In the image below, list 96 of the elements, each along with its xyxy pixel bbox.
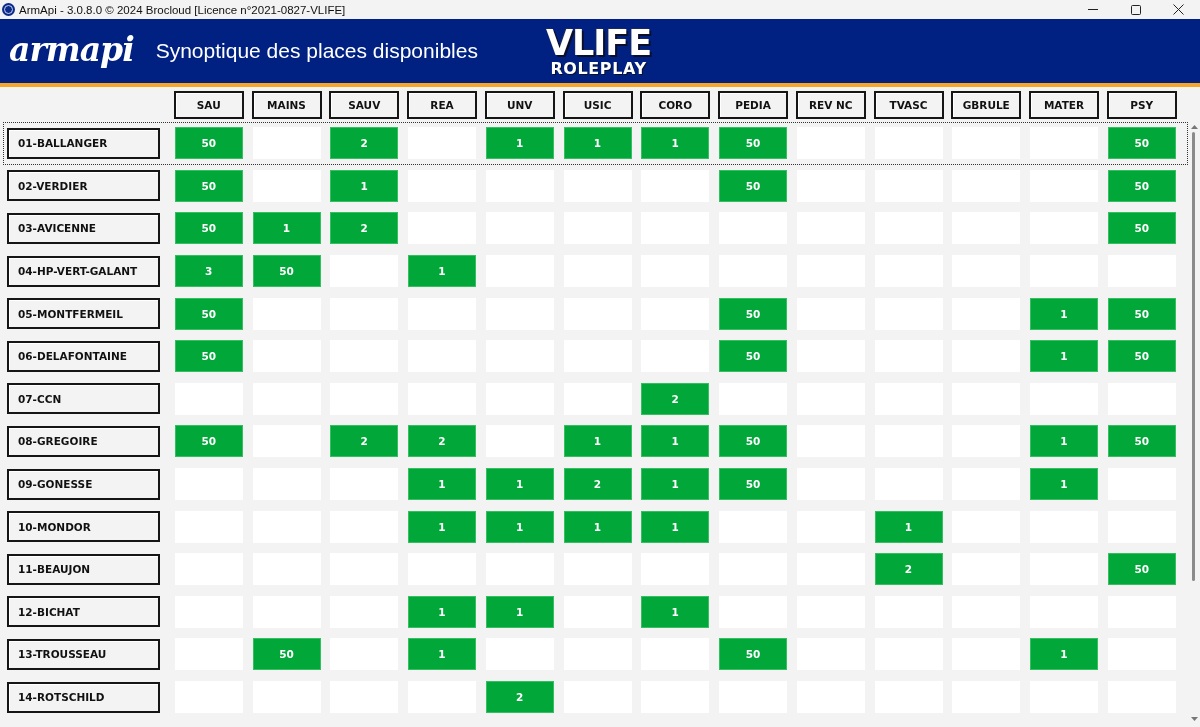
- row-header[interactable]: 14-ROTSCHILD: [7, 681, 160, 713]
- available-cell: 50: [174, 169, 243, 202]
- column-header[interactable]: MATER: [1029, 91, 1099, 119]
- available-cell: 1: [408, 510, 476, 543]
- available-cell: 1: [408, 468, 476, 501]
- row-header[interactable]: 13-TROUSSEAU: [7, 638, 160, 670]
- page-title: Synoptique des places disponibles: [155, 39, 478, 63]
- available-cell: 1: [641, 510, 710, 543]
- column-header[interactable]: SAU: [173, 91, 244, 119]
- row-header[interactable]: 10-MONDOR: [7, 511, 160, 543]
- available-cell: 2: [874, 553, 943, 586]
- available-cell: 1: [1030, 425, 1098, 458]
- available-cell: 50: [719, 468, 787, 501]
- available-cell: 50: [1107, 212, 1176, 245]
- scroll-down-icon[interactable]: [1191, 717, 1198, 721]
- available-cell: 50: [1107, 425, 1176, 458]
- available-cell: 50: [719, 127, 787, 160]
- column-header[interactable]: MAINS: [251, 91, 322, 119]
- available-cell: 50: [174, 127, 243, 160]
- row-header[interactable]: 04-HP-VERT-GALANT: [7, 255, 160, 287]
- row-header[interactable]: 12-BICHAT: [7, 596, 160, 628]
- column-header[interactable]: PSY: [1106, 91, 1177, 119]
- row-header[interactable]: 02-VERDIER: [7, 170, 160, 202]
- available-cell: 1: [641, 595, 710, 628]
- row-header[interactable]: 08-GREGOIRE: [7, 425, 160, 457]
- row-header[interactable]: 11-BEAUJON: [7, 553, 160, 585]
- available-cell: 50: [1107, 297, 1176, 330]
- available-cell: 2: [330, 425, 399, 458]
- available-cell: 1: [485, 510, 554, 543]
- available-cell: 50: [1107, 127, 1176, 160]
- available-cell: 2: [485, 681, 554, 713]
- selected-row-outline[interactable]: 01-BALLANGER 50 2 1 1 1 50 50: [3, 122, 1188, 165]
- available-cell: 1: [641, 127, 710, 160]
- available-cell: 50: [1107, 340, 1176, 373]
- available-cell: 50: [252, 638, 321, 671]
- row-header[interactable]: 06-DELAFONTAINE: [7, 340, 160, 372]
- available-cell: 1: [563, 425, 632, 458]
- app-icon: [2, 3, 15, 16]
- available-cell: 1: [485, 595, 554, 628]
- available-cell: 3: [174, 255, 243, 288]
- available-cell: 50: [719, 425, 787, 458]
- column-header[interactable]: SAUV: [329, 91, 400, 119]
- available-cell: 2: [563, 468, 632, 501]
- available-cell: 1: [408, 638, 476, 671]
- available-cell: 1: [641, 468, 710, 501]
- available-cell: 50: [174, 297, 243, 330]
- row-header[interactable]: 07-CCN: [7, 383, 160, 415]
- available-cell: 1: [252, 212, 321, 245]
- available-cell: 1: [1030, 638, 1098, 671]
- available-cell: 1: [408, 595, 476, 628]
- row-header[interactable]: 03-AVICENNE: [7, 213, 160, 244]
- available-cell: 50: [174, 340, 243, 373]
- available-cell: 50: [1107, 169, 1176, 202]
- available-cell: 50: [719, 638, 787, 671]
- available-cell: 50: [719, 297, 787, 330]
- available-cell: 1: [1030, 340, 1098, 373]
- column-header[interactable]: REV NC: [795, 91, 866, 119]
- column-header[interactable]: USIC: [562, 91, 633, 119]
- maximize-icon: [1130, 4, 1141, 15]
- available-cell: 50: [252, 255, 321, 288]
- available-cell: 2: [330, 212, 399, 245]
- available-cell: 1: [1030, 297, 1098, 330]
- available-cell: 50: [1107, 553, 1176, 586]
- row-header[interactable]: 05-MONTFERMEIL: [7, 298, 160, 330]
- column-header[interactable]: PEDIA: [718, 91, 788, 119]
- row-header[interactable]: 01-BALLANGER: [7, 127, 160, 159]
- available-cell: 50: [174, 425, 243, 458]
- column-header[interactable]: TVASC: [873, 91, 944, 119]
- available-cell: 1: [874, 510, 943, 543]
- window-title: ArmApi - 3.0.8.0 © 2024 Brocloud [Licence n°2021-0827-VLIFE]: [19, 3, 346, 16]
- column-header[interactable]: GBRULE: [951, 91, 1022, 119]
- available-cell: 50: [719, 169, 787, 202]
- scrollbar-thumb[interactable]: [1192, 132, 1195, 581]
- available-cell: 1: [641, 425, 710, 458]
- available-cell: 50: [174, 212, 243, 245]
- available-cell: 1: [485, 127, 554, 160]
- available-cell: 2: [408, 425, 476, 458]
- brand-name: VLIFE: [545, 26, 652, 60]
- logo-text: armapi: [9, 29, 134, 69]
- scroll-up-icon[interactable]: [1191, 125, 1198, 129]
- available-cell: 50: [719, 340, 787, 373]
- row-header[interactable]: 09-GONESSE: [7, 468, 160, 500]
- available-cell: 1: [563, 127, 632, 160]
- available-cell: 1: [563, 510, 632, 543]
- column-header[interactable]: UNV: [484, 91, 555, 119]
- available-cell: 1: [330, 169, 399, 202]
- available-cell: 1: [485, 468, 554, 501]
- minimize-icon: [1087, 9, 1098, 10]
- available-cell: 1: [408, 255, 476, 288]
- column-header[interactable]: CORO: [640, 91, 711, 119]
- column-header[interactable]: REA: [407, 91, 477, 119]
- close-icon: [1173, 4, 1184, 15]
- brand-subtitle: ROLEPLAY: [550, 60, 647, 77]
- available-cell: 2: [641, 382, 710, 415]
- available-cell: 1: [1030, 468, 1098, 501]
- available-cell: 2: [330, 127, 399, 160]
